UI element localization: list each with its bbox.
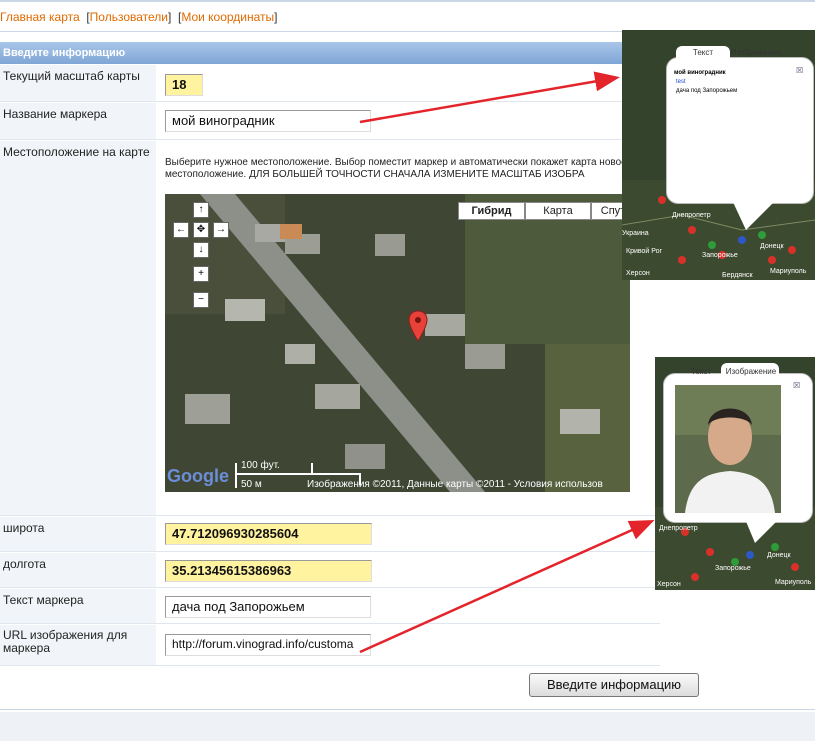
callout-arrows: [359, 71, 655, 654]
